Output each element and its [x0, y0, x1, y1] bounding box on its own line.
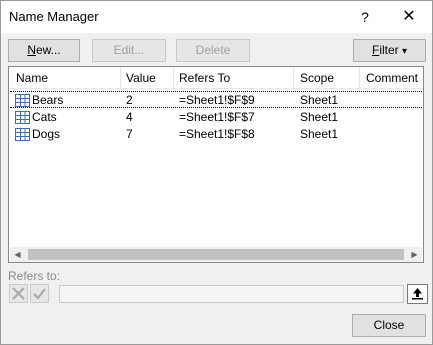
filter-button[interactable]: Filter ▾	[353, 39, 426, 62]
row-scope: Sheet1	[300, 127, 339, 141]
new-button[interactable]: New...	[8, 39, 80, 62]
cancel-x-icon	[12, 287, 25, 300]
row-name: Bears	[32, 93, 64, 107]
window-title: Name Manager	[9, 9, 99, 24]
cancel-edit-button[interactable]	[9, 284, 28, 303]
row-name: Dogs	[32, 127, 61, 141]
table-row[interactable]: Dogs 7 =Sheet1!$F$8 Sheet1	[10, 126, 422, 143]
row-scope: Sheet1	[300, 93, 339, 107]
chevron-down-icon: ▾	[402, 46, 408, 57]
table-row[interactable]: Cats 4 =Sheet1!$F$7 Sheet1	[10, 109, 422, 126]
close-button[interactable]: Close	[352, 314, 426, 337]
row-scope: Sheet1	[300, 110, 339, 124]
close-window-button[interactable]: ✕	[389, 1, 429, 33]
horizontal-scrollbar[interactable]: ◀ ▶	[10, 247, 422, 262]
upload-arrow-icon	[412, 288, 423, 300]
column-header-comment[interactable]: Comment	[366, 71, 418, 87]
new-button-mnemonic: N	[27, 43, 36, 57]
scrollbar-thumb[interactable]	[28, 249, 404, 260]
delete-button[interactable]: Delete	[176, 39, 250, 62]
refers-to-label: Refers to:	[8, 269, 61, 283]
title-bar: Name Manager ? ✕	[1, 1, 432, 33]
column-header-name[interactable]: Name	[16, 71, 48, 87]
column-divider[interactable]	[359, 67, 360, 89]
edit-button[interactable]: Edit...	[92, 39, 166, 62]
row-value: 2	[126, 93, 133, 107]
names-list[interactable]: Name Value Refers To Scope Comment Bears…	[8, 66, 424, 263]
list-header: Name Value Refers To Scope Comment	[9, 67, 423, 89]
row-refers-to: =Sheet1!$F$8	[179, 127, 255, 141]
checkmark-icon	[33, 288, 46, 300]
row-name: Cats	[32, 110, 57, 124]
help-button[interactable]: ?	[345, 1, 385, 33]
column-divider[interactable]	[173, 67, 174, 89]
column-divider[interactable]	[293, 67, 294, 89]
refers-to-input[interactable]	[59, 285, 404, 303]
scroll-right-icon[interactable]: ▶	[407, 247, 422, 262]
named-range-icon	[15, 128, 30, 141]
confirm-edit-button[interactable]	[30, 284, 49, 303]
name-manager-dialog: Name Manager ? ✕ New... Edit... Delete F…	[0, 0, 433, 345]
named-range-icon	[15, 111, 30, 124]
row-refers-to: =Sheet1!$F$7	[179, 110, 255, 124]
scroll-left-icon[interactable]: ◀	[10, 247, 25, 262]
row-value: 7	[126, 127, 133, 141]
column-header-scope[interactable]: Scope	[300, 71, 334, 87]
column-divider[interactable]	[120, 67, 121, 89]
column-header-value[interactable]: Value	[126, 71, 156, 87]
filter-button-label: ilter	[379, 43, 399, 57]
collapse-dialog-button[interactable]	[407, 284, 428, 304]
column-header-refers-to[interactable]: Refers To	[179, 71, 230, 87]
named-range-icon	[15, 94, 30, 107]
row-value: 4	[126, 110, 133, 124]
table-row[interactable]: Bears 2 =Sheet1!$F$9 Sheet1	[10, 91, 422, 108]
row-refers-to: =Sheet1!$F$9	[179, 93, 255, 107]
new-button-label: ew...	[35, 43, 61, 57]
